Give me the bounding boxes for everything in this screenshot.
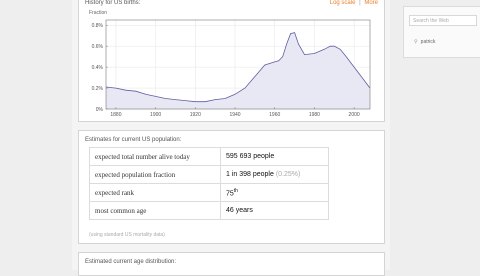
y-tick-label: 0.4% [92, 65, 104, 71]
rank-suffix: th [233, 187, 238, 194]
x-tick-label: 1940 [229, 112, 240, 118]
common-age: 46 years [226, 207, 253, 214]
births-area [106, 32, 370, 109]
estimates-title: Estimates for current US population: [85, 137, 182, 143]
row-label: expected rank [89, 183, 221, 202]
mortality-note: (using standard US mortality data) [89, 232, 165, 238]
row-label: expected population fraction [89, 165, 221, 184]
rank-value: 75 [226, 190, 234, 198]
search-icon: ⚲ [414, 39, 418, 45]
population-fraction: 1 in 398 people [226, 171, 274, 178]
x-tick-label: 1920 [190, 112, 201, 118]
x-tick-label: 1880 [110, 112, 121, 118]
y-tick-label: 0% [96, 107, 104, 113]
distribution-pod: Estimated current age distribution: [78, 252, 385, 276]
y-tick-label: 0.8% [92, 23, 104, 29]
table-row: expected population fraction 1 in 398 pe… [89, 165, 329, 184]
search-result-item[interactable]: ⚲ patrick [414, 39, 435, 45]
web-search-input[interactable]: Search the Web [409, 15, 477, 26]
row-value: 46 years [220, 201, 329, 220]
history-pod: History for US births: Log scale | More … [78, 0, 385, 122]
x-tick-label: 1900 [150, 112, 161, 118]
table-row: most common age 46 years [89, 201, 329, 220]
estimates-pod: Estimates for current US population: exp… [78, 130, 385, 244]
table-row: expected rank 75th [89, 183, 329, 202]
result-label: patrick [420, 39, 436, 45]
x-tick-label: 2000 [349, 112, 360, 118]
row-value: 75th [220, 183, 329, 202]
y-tick-label: 0.6% [92, 44, 104, 50]
distribution-title: Estimated current age distribution: [85, 259, 177, 265]
table-row: expected total number alive today 595 69… [89, 147, 329, 166]
births-history-chart: 0% 0.2% 0.4% 0.6% 0.8% 1880 1900 1920 1940 1960 1… [92, 19, 371, 118]
row-value: 595 693 people [220, 147, 329, 166]
row-value: 1 in 398 people (0.25%) [220, 165, 329, 184]
sidebar-panel: Search the Web ⚲ patrick [403, 6, 480, 58]
y-tick-label: 0.2% [92, 86, 104, 92]
population-percent: (0.25%) [275, 171, 301, 178]
alive-count: 595 693 people [226, 153, 275, 160]
row-label: expected total number alive today [89, 147, 221, 166]
estimates-table: expected total number alive today 595 69… [89, 147, 329, 220]
row-label: most common age [89, 201, 221, 220]
x-tick-label: 1960 [269, 112, 280, 118]
x-tick-label: 1980 [309, 112, 320, 118]
y-ticks: 0% 0.2% 0.4% 0.6% 0.8% [92, 23, 108, 113]
